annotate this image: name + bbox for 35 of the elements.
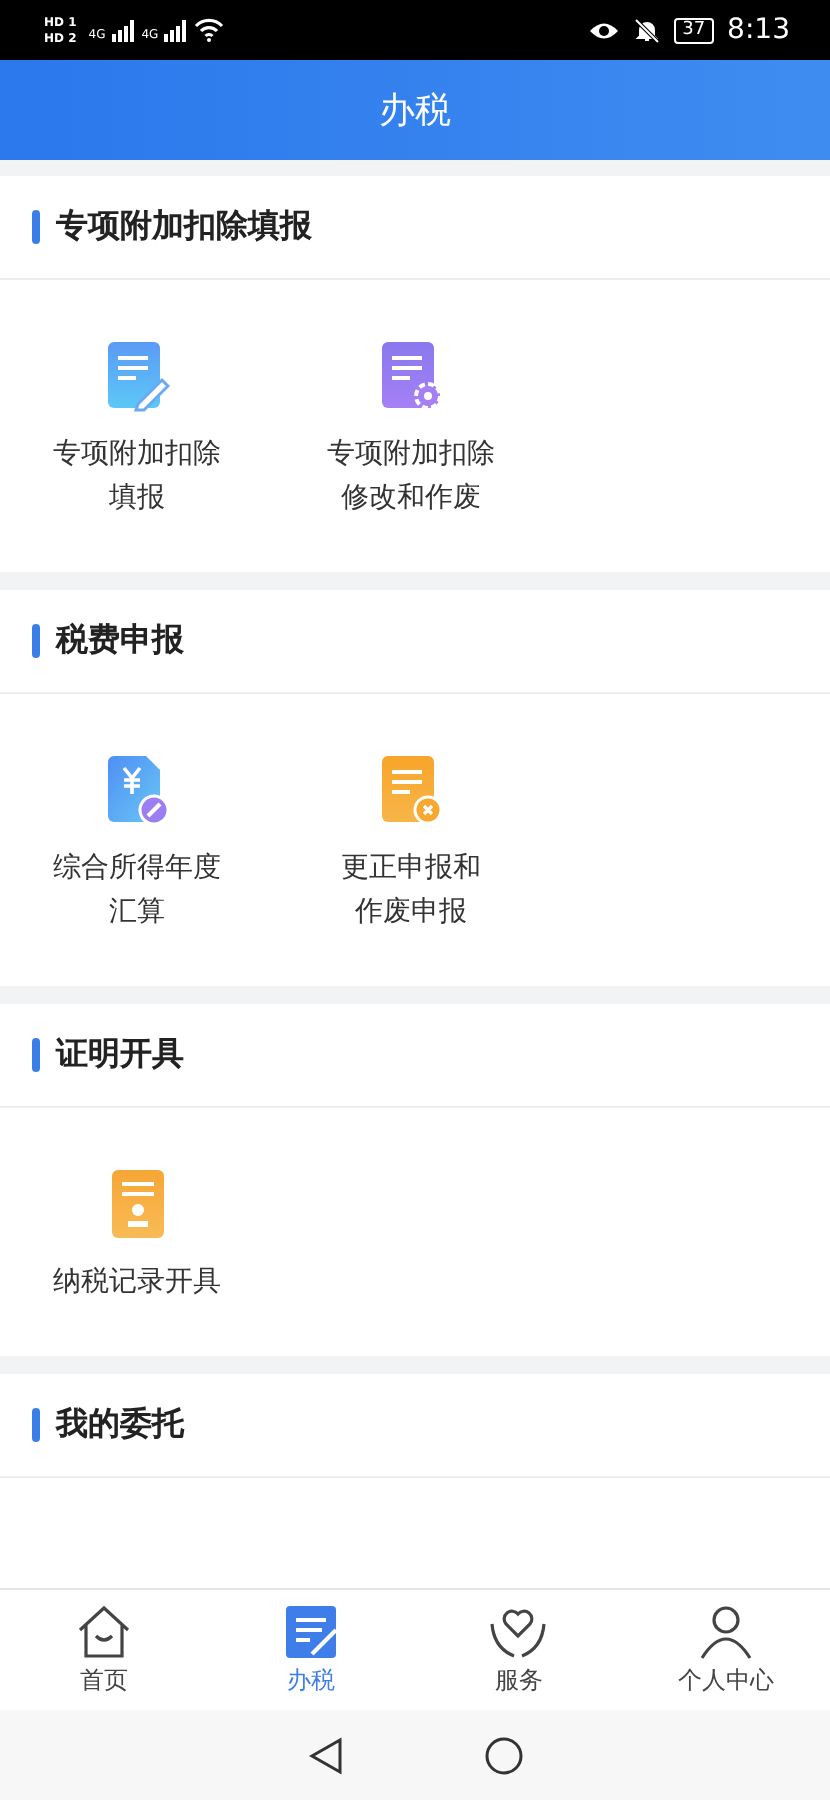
item-label[interactable]: 综合所得年度 汇算 xyxy=(53,846,221,934)
home-icon xyxy=(75,1603,132,1659)
clock-time: 8:13 xyxy=(727,14,790,46)
accent-bar xyxy=(32,210,40,244)
signal-icon xyxy=(164,19,189,41)
item-label[interactable]: 专项附加扣除 修改和作废 xyxy=(327,432,495,520)
tab[interactable]: 办税 xyxy=(207,1590,415,1710)
item-label[interactable]: 纳税记录开具 xyxy=(53,1260,221,1304)
tab[interactable]: 服务 xyxy=(415,1590,623,1710)
section-title: 专项附加扣除填报 xyxy=(56,206,312,248)
item-label[interactable]: 专项附加扣除 填报 xyxy=(53,432,221,520)
eye-icon xyxy=(588,19,621,41)
item-label[interactable]: 更正申报和 作废申报 xyxy=(341,846,481,934)
certificate-icon[interactable] xyxy=(109,1168,165,1240)
section-title: 税费申报 xyxy=(56,620,184,662)
accent-bar xyxy=(32,1038,40,1072)
accent-bar xyxy=(32,1408,40,1442)
page-title: 办税 xyxy=(379,88,451,134)
back-icon[interactable] xyxy=(307,1735,343,1775)
tab[interactable]: 个人中心 xyxy=(622,1590,830,1710)
person-icon xyxy=(698,1603,755,1659)
signal-icon xyxy=(111,19,136,41)
section-title: 我的委托 xyxy=(56,1404,184,1446)
tab[interactable]: 首页 xyxy=(0,1590,208,1710)
yen-document-icon[interactable] xyxy=(105,754,169,826)
document-gear-icon[interactable] xyxy=(379,340,443,412)
document-pen-icon xyxy=(283,1603,340,1659)
section-title: 证明开具 xyxy=(56,1034,184,1076)
accent-bar xyxy=(32,624,40,658)
battery-indicator: 37 xyxy=(674,17,714,43)
document-pen-icon[interactable] xyxy=(105,340,169,412)
document-cross-icon[interactable] xyxy=(379,754,443,826)
wifi-icon xyxy=(194,18,225,42)
home-circle-icon[interactable] xyxy=(483,1735,523,1775)
muted-bell-icon xyxy=(634,17,661,43)
